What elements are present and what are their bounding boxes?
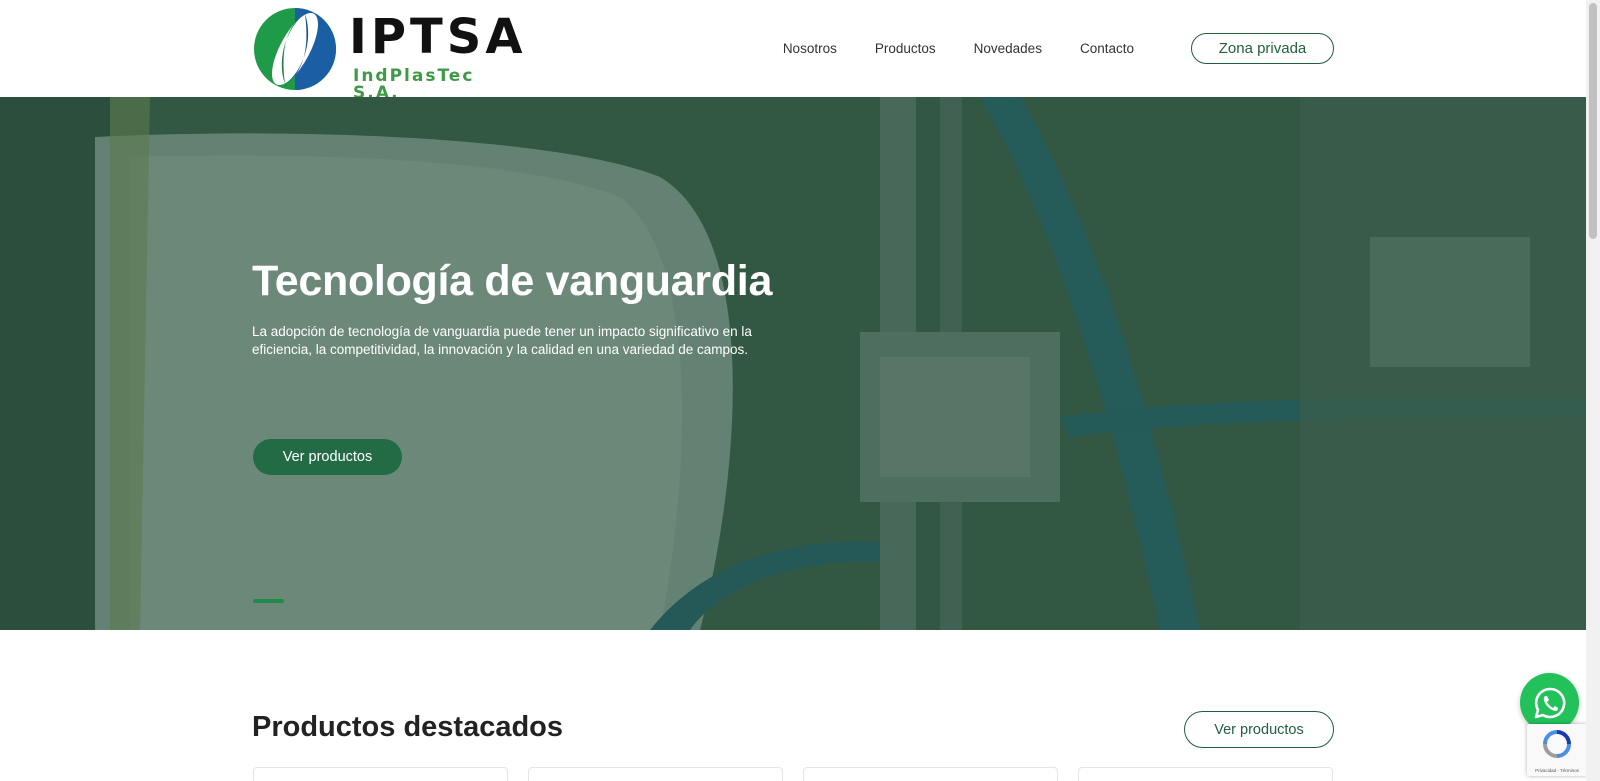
nav-item-productos[interactable]: Productos	[875, 40, 936, 58]
main-nav: Nosotros Productos Novedades Contacto	[783, 40, 1134, 58]
hero-slider: Tecnología de vanguardia La adopción de …	[0, 97, 1586, 630]
product-card[interactable]	[253, 767, 508, 781]
hero-description: La adopción de tecnología de vanguardia …	[252, 324, 752, 357]
slider-indicator-active[interactable]	[253, 599, 284, 603]
nav-item-nosotros[interactable]: Nosotros	[783, 40, 837, 58]
product-card[interactable]	[803, 767, 1058, 781]
site-header: IPTSA IndPlasTec S.A. Nosotros Productos…	[0, 0, 1586, 102]
nav-item-novedades[interactable]: Novedades	[974, 40, 1042, 58]
featured-view-products-button[interactable]: Ver productos	[1184, 711, 1334, 748]
product-card[interactable]	[1078, 767, 1333, 781]
recaptcha-icon	[1543, 730, 1571, 758]
page: IPTSA IndPlasTec S.A. Nosotros Productos…	[0, 0, 1586, 781]
featured-products-title: Productos destacados	[252, 711, 564, 743]
whatsapp-icon	[1534, 687, 1565, 718]
logo-icon	[254, 8, 336, 90]
recaptcha-links[interactable]: Privacidad - Términos	[1529, 768, 1585, 773]
page-scrollbar[interactable]	[1586, 0, 1600, 781]
product-card[interactable]	[528, 767, 783, 781]
logo-title: IPTSA	[349, 9, 527, 65]
private-zone-button[interactable]: Zona privada	[1191, 33, 1334, 64]
site-logo[interactable]: IPTSA IndPlasTec S.A.	[252, 6, 523, 102]
nav-item-contacto[interactable]: Contacto	[1080, 40, 1134, 58]
hero-overlay	[0, 97, 1586, 630]
hero-view-products-button[interactable]: Ver productos	[253, 439, 402, 475]
recaptcha-badge[interactable]: Privacidad - Términos	[1527, 724, 1586, 776]
scrollbar-thumb[interactable]	[1589, 3, 1597, 239]
hero-title: Tecnología de vanguardia	[252, 257, 773, 305]
